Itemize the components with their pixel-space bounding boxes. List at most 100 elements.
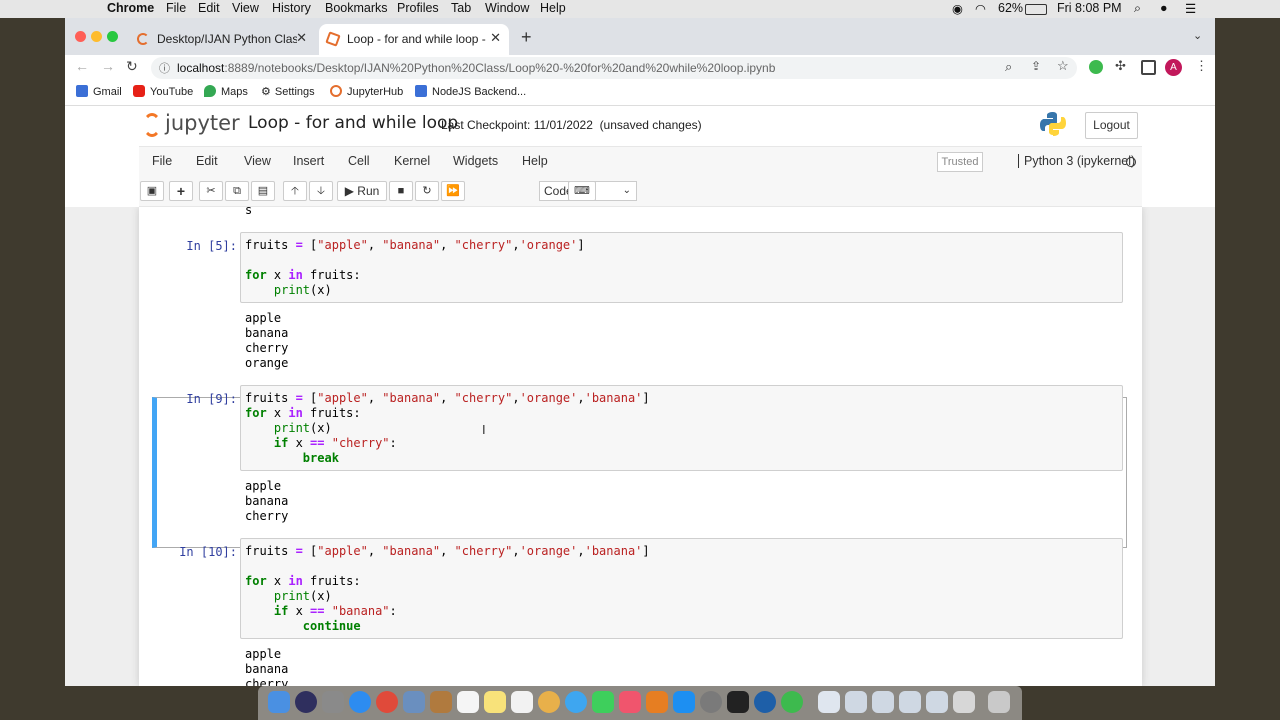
nb-menu-insert[interactable]: Insert	[293, 154, 324, 168]
music-icon[interactable]	[619, 691, 641, 713]
close-tab-icon[interactable]: ✕	[296, 30, 307, 46]
move-down-icon[interactable]: 🡣	[309, 181, 333, 201]
nb-menu-edit[interactable]: Edit	[196, 154, 218, 168]
nb-menu-widgets[interactable]: Widgets	[453, 154, 498, 168]
quicktime-icon[interactable]	[754, 691, 776, 713]
bookmark-gmail[interactable]: Gmail	[76, 85, 122, 98]
minimize-window-button[interactable]	[91, 31, 102, 42]
tab-search-chevron-icon[interactable]: ⌄	[1193, 29, 1202, 42]
bookmark-nodejs[interactable]: NodeJS Backend...	[415, 85, 526, 98]
run-button[interactable]: ▶ Run	[337, 181, 387, 201]
jupyter-logo-icon[interactable]	[143, 113, 161, 137]
tab-desktop[interactable]: Desktop/IJAN Python Class/ ✕	[129, 24, 315, 55]
camtasia-icon[interactable]	[781, 691, 803, 713]
save-icon[interactable]: ▣	[140, 181, 164, 201]
screenshot-icon[interactable]	[872, 691, 894, 713]
notes-icon[interactable]	[484, 691, 506, 713]
facetime-icon[interactable]	[592, 691, 614, 713]
address-bar[interactable]: ⓘ localhost:8889/notebooks/Desktop/IJAN%…	[151, 57, 1077, 79]
logout-button[interactable]: Logout	[1085, 112, 1138, 139]
extensions-puzzle-icon[interactable]: ✣	[1115, 58, 1126, 74]
messages-icon[interactable]	[565, 691, 587, 713]
menu-bookmarks[interactable]: Bookmarks	[325, 1, 388, 15]
app-store-icon[interactable]	[673, 691, 695, 713]
siri-icon[interactable]	[295, 691, 317, 713]
share-icon[interactable]: ⇪	[1031, 59, 1041, 73]
menu-history[interactable]: History	[272, 1, 311, 15]
notebook-title[interactable]: Loop - for and while loop	[248, 113, 458, 133]
copy-icon[interactable]: ⧉	[225, 181, 249, 201]
finder-icon[interactable]	[268, 691, 290, 713]
interrupt-icon[interactable]: ■	[389, 181, 413, 201]
battery-icon[interactable]	[1025, 4, 1047, 15]
cell-5-input[interactable]: fruits = ["apple", "banana", "cherry",'o…	[240, 232, 1123, 303]
new-tab-icon[interactable]: +	[521, 27, 532, 48]
menu-app-name[interactable]: Chrome	[107, 1, 154, 15]
cell-10-input[interactable]: fruits = ["apple", "banana", "cherry",'o…	[240, 538, 1123, 639]
fast-forward-icon[interactable]: ⏩	[441, 181, 465, 201]
insert-cell-icon[interactable]: +	[169, 181, 193, 201]
menu-window[interactable]: Window	[485, 1, 529, 15]
control-center-icon[interactable]: ☰	[1185, 1, 1196, 16]
bookmark-maps[interactable]: Maps	[204, 85, 248, 98]
paste-icon[interactable]: ▤	[251, 181, 275, 201]
bookmark-settings[interactable]: ⚙ Settings	[261, 85, 315, 98]
restart-icon[interactable]: ↻	[415, 181, 439, 201]
nb-menu-kernel[interactable]: Kernel	[394, 154, 430, 168]
python-folder-icon[interactable]	[953, 691, 975, 713]
user-icon[interactable]: ●	[1160, 1, 1168, 15]
bookmark-jupyterhub[interactable]: JupyterHub	[330, 85, 403, 98]
close-window-button[interactable]	[75, 31, 86, 42]
tab-notebook[interactable]: Loop - for and while loop - Jup ✕	[319, 24, 509, 55]
system-preferences-icon[interactable]	[700, 691, 722, 713]
forward-icon[interactable]: →	[101, 58, 115, 74]
reminders-icon[interactable]	[511, 691, 533, 713]
zoom-icon[interactable]: ⌕	[1005, 59, 1012, 75]
screenshot-icon[interactable]	[926, 691, 948, 713]
menu-tab[interactable]: Tab	[451, 1, 471, 15]
menu-edit[interactable]: Edit	[198, 1, 220, 15]
keyboard-icon[interactable]: ⌨	[568, 181, 596, 201]
wifi-icon[interactable]: ◠	[975, 1, 986, 16]
chrome-icon[interactable]	[376, 691, 398, 713]
document-icon[interactable]	[818, 691, 840, 713]
sidepanel-icon[interactable]	[1141, 60, 1156, 75]
clock[interactable]: Fri 8:08 PM	[1057, 1, 1122, 15]
trusted-indicator[interactable]: Trusted	[937, 152, 983, 172]
menu-help[interactable]: Help	[540, 1, 566, 15]
screenshot-icon[interactable]	[845, 691, 867, 713]
chrome-menu-icon[interactable]: ⋮	[1195, 58, 1208, 74]
extension-icon[interactable]	[1089, 60, 1103, 74]
nb-menu-cell[interactable]: Cell	[348, 154, 370, 168]
zoom-window-button[interactable]	[107, 31, 118, 42]
nb-menu-help[interactable]: Help	[522, 154, 548, 168]
bookmark-youtube[interactable]: YouTube	[133, 85, 193, 98]
preview-icon[interactable]	[403, 691, 425, 713]
menu-view[interactable]: View	[232, 1, 259, 15]
kernel-name[interactable]: Python 3 (ipykernel)	[1018, 154, 1135, 168]
record-icon[interactable]: ◉	[952, 1, 963, 16]
close-tab-icon[interactable]: ✕	[490, 30, 501, 46]
reload-icon[interactable]: ↻	[126, 58, 138, 75]
photos-icon[interactable]	[538, 691, 560, 713]
menu-profiles[interactable]: Profiles	[397, 1, 439, 15]
terminal-icon[interactable]	[727, 691, 749, 713]
nb-menu-file[interactable]: File	[152, 154, 172, 168]
cell-9-input[interactable]: fruits = ["apple", "banana", "cherry",'o…	[240, 385, 1123, 471]
bookmark-star-icon[interactable]: ☆	[1057, 58, 1069, 74]
site-info-icon[interactable]: ⓘ	[159, 60, 170, 76]
trash-icon[interactable]	[988, 691, 1010, 713]
jupyter-logo-text[interactable]: jupyter	[165, 111, 240, 135]
notes-folder-icon[interactable]	[430, 691, 452, 713]
safari-icon[interactable]	[349, 691, 371, 713]
cut-icon[interactable]: ✂	[199, 181, 223, 201]
launchpad-icon[interactable]	[322, 691, 344, 713]
nb-menu-view[interactable]: View	[244, 154, 271, 168]
profile-avatar[interactable]: A	[1165, 59, 1182, 76]
back-icon[interactable]: ←	[75, 58, 89, 74]
books-icon[interactable]	[646, 691, 668, 713]
screenshot-icon[interactable]	[899, 691, 921, 713]
spotlight-search-icon[interactable]: ⌕	[1134, 1, 1141, 16]
calendar-icon[interactable]	[457, 691, 479, 713]
menu-file[interactable]: File	[166, 1, 186, 15]
